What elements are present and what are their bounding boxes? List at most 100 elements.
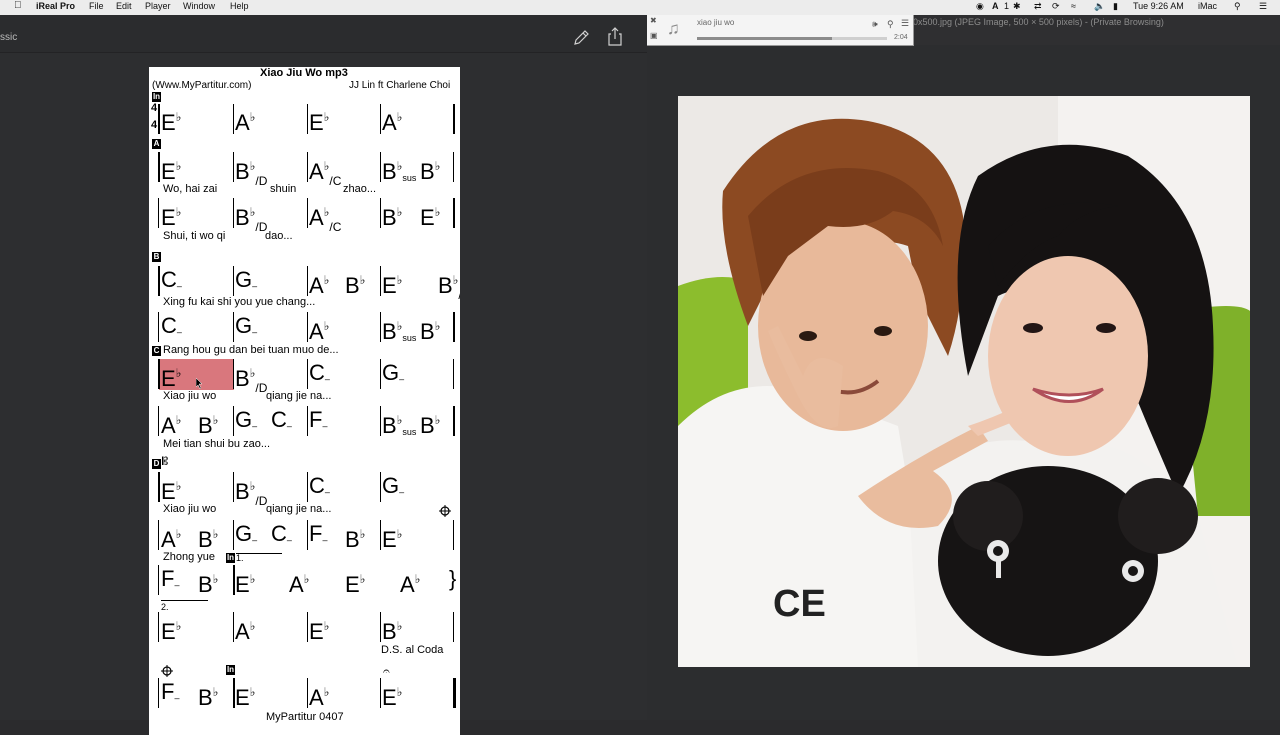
- chord[interactable]: B♭: [198, 523, 218, 551]
- menu-edit[interactable]: Edit: [116, 1, 132, 11]
- record-icon[interactable]: ◉: [976, 1, 984, 12]
- chord[interactable]: E♭: [382, 523, 402, 551]
- menu-file[interactable]: File: [89, 1, 104, 11]
- lyric: qiang jie na...: [266, 503, 332, 515]
- adobe-icon[interactable]: A: [992, 1, 999, 11]
- chord[interactable]: E♭: [161, 475, 181, 503]
- chord[interactable]: G–: [235, 315, 257, 343]
- chord[interactable]: B♭: [420, 409, 440, 437]
- chord[interactable]: A♭: [235, 615, 255, 643]
- chord[interactable]: A♭: [161, 523, 181, 551]
- chord[interactable]: F–: [161, 681, 179, 709]
- chord[interactable]: B♭: [382, 615, 402, 643]
- chord[interactable]: B♭/D: [235, 201, 267, 238]
- chord[interactable]: A♭: [309, 269, 329, 297]
- chord[interactable]: E♭: [235, 568, 255, 596]
- chord[interactable]: B♭: [198, 568, 218, 596]
- chord[interactable]: B♭: [198, 681, 218, 709]
- expand-icon[interactable]: ▣: [650, 31, 658, 40]
- barline: [307, 312, 308, 342]
- chord[interactable]: G–: [235, 269, 257, 297]
- chord[interactable]: B♭: [345, 269, 365, 297]
- volume-icon[interactable]: 🔈: [1094, 1, 1105, 12]
- chord[interactable]: A♭: [382, 106, 402, 134]
- chord[interactable]: B♭sus: [382, 315, 416, 349]
- chord[interactable]: E♭: [345, 568, 365, 596]
- chord[interactable]: E♭: [309, 615, 329, 643]
- menu-window[interactable]: Window: [183, 1, 215, 11]
- chord[interactable]: B♭: [198, 409, 218, 437]
- menu-help[interactable]: Help: [230, 1, 249, 11]
- barline: [307, 472, 308, 502]
- chord[interactable]: B♭/D: [235, 362, 267, 399]
- chord[interactable]: B♭sus: [382, 409, 416, 443]
- barline: [233, 104, 234, 134]
- chord[interactable]: B♭/D: [235, 475, 267, 512]
- chord[interactable]: C–: [161, 269, 182, 297]
- chord[interactable]: E♭: [161, 106, 181, 134]
- edit-pencil-icon[interactable]: [572, 29, 590, 47]
- chord[interactable]: C–: [309, 475, 330, 503]
- chord[interactable]: E♭: [161, 615, 181, 643]
- share-icon[interactable]: [606, 27, 624, 47]
- chord[interactable]: C–: [271, 523, 292, 551]
- chord[interactable]: E♭: [420, 201, 440, 229]
- chord[interactable]: B♭sus: [382, 155, 416, 189]
- battery-icon[interactable]: ▮: [1113, 1, 1118, 12]
- chord[interactable]: B♭/D: [438, 269, 460, 306]
- chord[interactable]: E♭: [161, 201, 181, 229]
- chord[interactable]: F–: [161, 568, 179, 596]
- chord[interactable]: B♭: [420, 155, 440, 183]
- apple-icon[interactable]: : [14, 0, 22, 11]
- chord[interactable]: C–: [161, 315, 182, 343]
- barline: [453, 312, 455, 342]
- chord[interactable]: E♭: [382, 269, 402, 297]
- chord[interactable]: E♭: [161, 155, 181, 183]
- menubar-clock[interactable]: Tue 9:26 AM: [1133, 1, 1184, 11]
- lyric: Wo, hai zai: [163, 183, 218, 195]
- chord[interactable]: A♭: [309, 681, 329, 709]
- list-icon[interactable]: ☰: [901, 18, 909, 29]
- volume-icon[interactable]: 🕪: [872, 19, 878, 30]
- chord-current[interactable]: E♭: [161, 362, 181, 390]
- chord[interactable]: G–: [235, 409, 257, 437]
- sync-icon[interactable]: ⟳: [1052, 1, 1060, 12]
- lyric: qiang jie na...: [266, 390, 332, 402]
- notification-center-icon[interactable]: ☰: [1259, 1, 1267, 12]
- chord[interactable]: F–: [309, 409, 327, 437]
- notification-badge[interactable]: 1: [1004, 1, 1009, 11]
- chord[interactable]: A♭: [400, 568, 420, 596]
- menu-player[interactable]: Player: [145, 1, 171, 11]
- sidebar-label[interactable]: ssic: [0, 32, 17, 43]
- transfer-icon[interactable]: ⇄: [1034, 1, 1042, 12]
- chord[interactable]: G–: [382, 362, 404, 390]
- chord[interactable]: B♭: [382, 201, 402, 229]
- barline: [158, 359, 160, 389]
- chord[interactable]: B♭: [345, 523, 365, 551]
- chord[interactable]: G–: [235, 523, 257, 551]
- chord[interactable]: A♭: [309, 315, 329, 343]
- asterisk-icon[interactable]: ✱: [1013, 1, 1021, 12]
- wifi-icon[interactable]: ≈: [1071, 1, 1076, 11]
- chord[interactable]: C–: [271, 409, 292, 437]
- close-icon[interactable]: ✖: [650, 16, 657, 25]
- app-menu[interactable]: iReal Pro: [36, 1, 75, 11]
- chord[interactable]: A♭: [235, 106, 255, 134]
- barline: [453, 104, 455, 134]
- chord[interactable]: G–: [382, 475, 404, 503]
- spotlight-icon[interactable]: ⚲: [1234, 1, 1241, 12]
- chord[interactable]: B♭/D: [235, 155, 267, 192]
- chord[interactable]: E♭: [235, 681, 255, 709]
- chord[interactable]: A♭: [289, 568, 309, 596]
- chord[interactable]: E♭: [309, 106, 329, 134]
- chord[interactable]: E♭: [382, 681, 402, 709]
- chord[interactable]: F–: [309, 523, 327, 551]
- chord[interactable]: A♭: [161, 409, 181, 437]
- chord[interactable]: A♭/C: [309, 201, 341, 238]
- chord[interactable]: B♭: [420, 315, 440, 343]
- user-name[interactable]: iMac: [1198, 1, 1217, 11]
- chord[interactable]: C–: [309, 362, 330, 390]
- progress-track[interactable]: [697, 37, 887, 40]
- chord[interactable]: A♭/C: [309, 155, 341, 192]
- search-icon[interactable]: ⚲: [887, 19, 894, 30]
